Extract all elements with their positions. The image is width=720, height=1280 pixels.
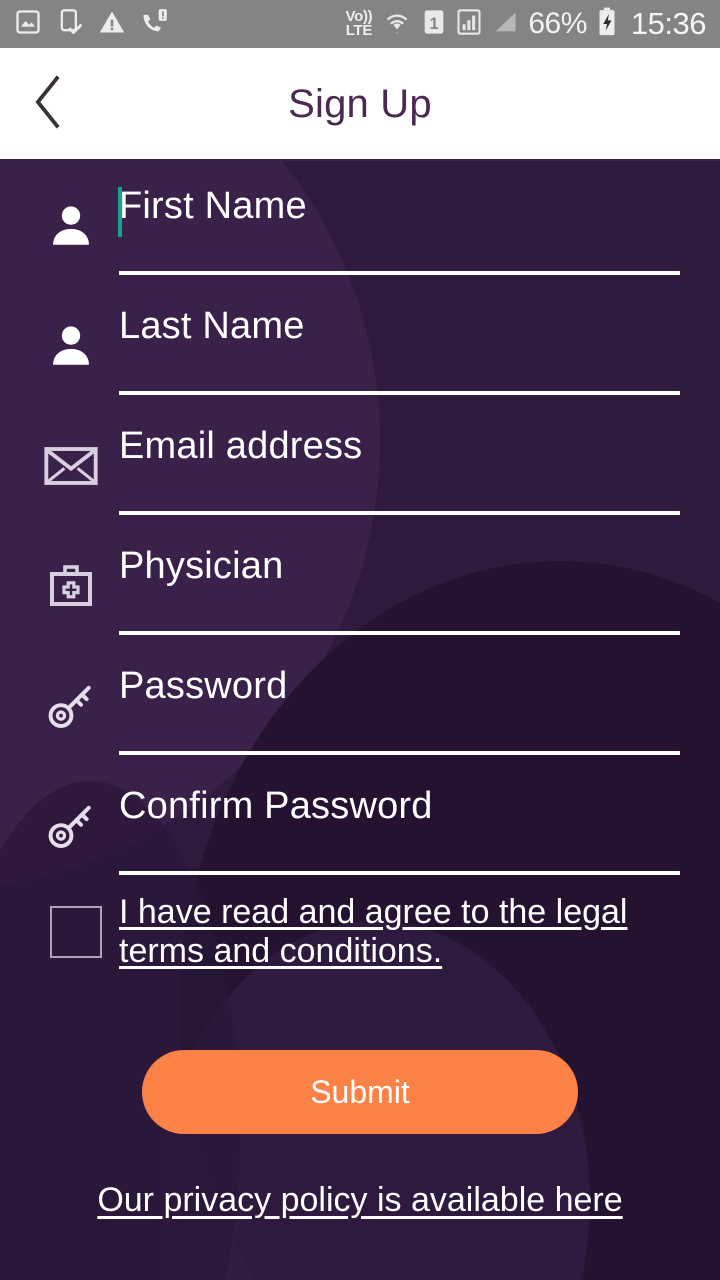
missed-call-icon (140, 8, 168, 41)
submit-button[interactable]: Submit (142, 1050, 578, 1134)
field-underline (119, 391, 680, 395)
chevron-left-icon (29, 75, 69, 134)
field-last-name[interactable]: Last Name (0, 305, 720, 421)
field-label-physician: Physician (119, 545, 284, 587)
phone-check-icon (56, 8, 84, 41)
key-icon (40, 795, 102, 857)
terms-link[interactable]: I have read and agree to the legal terms… (119, 893, 649, 971)
field-password[interactable]: Password (0, 665, 720, 781)
field-label-email-address: Email address (119, 425, 363, 467)
terms-checkbox[interactable] (50, 906, 102, 958)
field-underline (119, 751, 680, 755)
field-label-confirm-password: Confirm Password (119, 785, 433, 827)
page-title: Sign Up (288, 82, 432, 126)
field-label-first-name: First Name (119, 185, 307, 227)
battery-charging-icon (597, 7, 617, 42)
field-underline (119, 511, 680, 515)
image-icon (14, 8, 42, 41)
app-header: Sign Up (0, 48, 720, 161)
signup-form-screen: First Name Last Name Email address Physi… (0, 161, 720, 1280)
field-physician[interactable]: Physician (0, 545, 720, 661)
status-bar: Vo)) LTE 1 66% 15:36 (0, 0, 720, 48)
status-bar-right-icons: Vo)) LTE 1 66% 15:36 (345, 6, 707, 42)
field-underline (119, 631, 680, 635)
field-label-last-name: Last Name (119, 305, 305, 347)
person-icon (40, 315, 102, 377)
back-button[interactable] (18, 74, 80, 136)
person-icon (40, 195, 102, 257)
key-icon (40, 675, 102, 737)
volte-icon: Vo)) LTE (345, 9, 373, 39)
battery-percent-label: 66% (528, 7, 587, 40)
clock-label: 15:36 (630, 6, 707, 41)
signal-triangle-icon (492, 8, 518, 41)
field-email-address[interactable]: Email address (0, 425, 720, 541)
field-label-password: Password (119, 665, 288, 707)
sim1-icon: 1 (422, 8, 446, 41)
envelope-icon (40, 435, 102, 497)
privacy-policy-label: Our privacy policy is available here (97, 1181, 623, 1219)
volte-bottom-label: LTE (345, 22, 373, 39)
svg-text:1: 1 (430, 15, 439, 33)
field-first-name[interactable]: First Name (0, 185, 720, 301)
field-underline (119, 271, 680, 275)
medical-bag-icon (40, 555, 102, 617)
wifi-icon (382, 8, 412, 41)
warning-icon (98, 8, 126, 41)
status-bar-left-icons (14, 8, 168, 41)
field-confirm-password[interactable]: Confirm Password (0, 785, 720, 901)
privacy-policy-link[interactable]: Our privacy policy is available here (0, 1181, 720, 1220)
signal-bars-icon (456, 8, 482, 41)
field-underline (119, 871, 680, 875)
